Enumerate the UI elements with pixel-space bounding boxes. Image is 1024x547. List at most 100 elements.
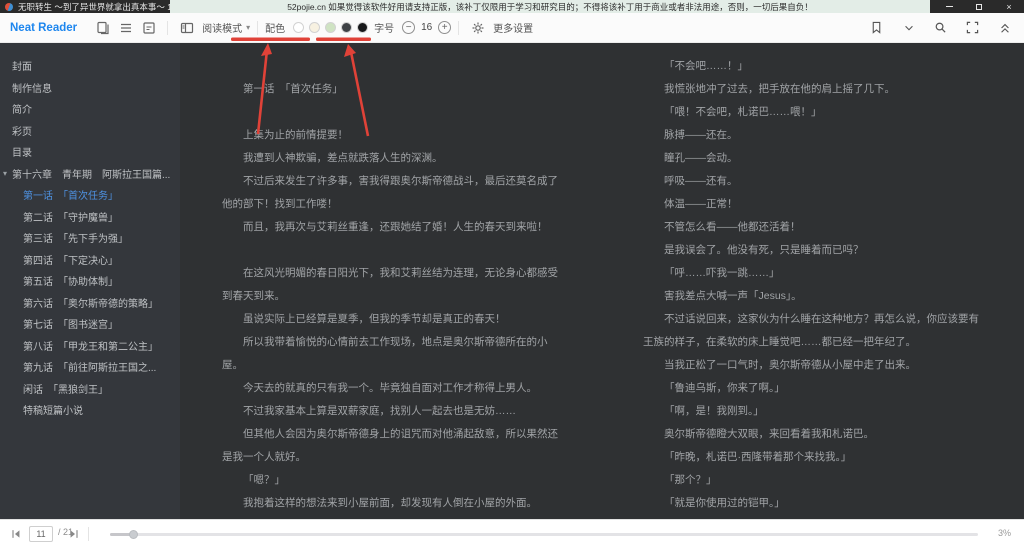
- toolbar-divider: [167, 20, 169, 35]
- paragraph: 「鲁迪乌斯，你来了啊。」: [664, 382, 785, 394]
- toc-item[interactable]: ▾ 第九话 「前往阿斯拉王国之...: [0, 356, 180, 378]
- toc-item[interactable]: ▾ 第六话 「奥尔斯帝德的策略」: [0, 292, 180, 314]
- paragraph: 不过话说回来，这家伙为什么睡在这种地方？再怎么说，你应该要有王族的样子，在柔软的…: [643, 313, 979, 348]
- paragraph: 当我正松了一口气时，奥尔斯帝德从小屋中走了出来。: [664, 359, 916, 371]
- window-title: 无职转生 ～到了异世界就拿出真本事～ 16: [18, 1, 177, 12]
- font-size-label: 字号: [374, 24, 395, 35]
- toc-item[interactable]: ▾ 封面: [0, 55, 180, 77]
- status-bar: 11 / 21 3%: [0, 519, 1024, 547]
- reader-toolbar: Neat Reader 阅读模式 ▾ 配色 字号 − 16 + 更多设置: [0, 13, 1024, 43]
- more-settings-button[interactable]: 更多设置: [466, 20, 533, 35]
- reading-mode-dropdown[interactable]: 阅读模式 ▾: [175, 20, 250, 35]
- neat-reader-window: 无职转生 ～到了异世界就拿出真本事～ 16 52pojie.cn 如果觉得该软件…: [0, 0, 1024, 547]
- toc-item-label: 第五话 「协助体制」: [23, 277, 118, 289]
- theme-swatch-white[interactable]: [293, 22, 305, 33]
- paragraph: 奥尔斯帝德瞪大双眼，来回看着我和札诺巴。: [664, 428, 874, 440]
- titlebar-left: 无职转生 ～到了异世界就拿出真本事～ 16: [5, 0, 177, 13]
- paragraph: 「不会吧……！」: [664, 60, 748, 72]
- theme-swatch-dark[interactable]: [341, 22, 353, 33]
- more-settings-label: 更多设置: [493, 24, 534, 35]
- toc-item-label: 制作信息: [12, 83, 52, 95]
- paragraph: 体温——正常！: [664, 198, 738, 210]
- toc-item-label: 简介: [12, 105, 32, 117]
- toc-item[interactable]: ▾ 第二话 「守护魔兽」: [0, 206, 180, 228]
- caret-down-icon: ▾: [246, 23, 251, 32]
- progress-percent: 3%: [997, 528, 1011, 538]
- paragraph: 「嗯？」: [243, 474, 285, 486]
- paragraph: [222, 101, 567, 124]
- toc-item[interactable]: ▾ 第一话 「首次任务」: [0, 184, 180, 206]
- font-size-group: − 16 +: [402, 21, 452, 34]
- pages-icon[interactable]: [95, 20, 110, 35]
- fullscreen-icon[interactable]: [965, 20, 980, 35]
- bookmark-icon[interactable]: [869, 20, 884, 35]
- first-page-button[interactable]: [10, 527, 24, 541]
- toc-item[interactable]: ▾ 第四话 「下定决心」: [0, 249, 180, 271]
- collapse-toolbar-icon[interactable]: [997, 20, 1012, 35]
- toc-item-label: 第一话 「首次任务」: [23, 191, 118, 203]
- font-size-increase-button[interactable]: +: [438, 21, 452, 34]
- brand-logo[interactable]: Neat Reader: [10, 22, 77, 34]
- progress-slider[interactable]: [110, 530, 978, 539]
- toolbar-right-icons: [865, 13, 1016, 42]
- toc-item-label: 第四话 「下定决心」: [23, 255, 118, 267]
- theme-swatch-green[interactable]: [325, 22, 337, 33]
- window-titlebar: 无职转生 ～到了异世界就拿出真本事～ 16 52pojie.cn 如果觉得该软件…: [0, 0, 1024, 13]
- toc-sidebar: ▾ 封面 ▾ 制作信息 ▾ 简介 ▾ 彩页 ▾ 目录 ▾ 第十六章 青年期 阿斯…: [0, 43, 180, 519]
- toc-item[interactable]: ▾ 第七话 「图书迷宫」: [0, 313, 180, 335]
- paragraph: 是我误会了。他没有死，只是睡着而已吗？: [664, 244, 864, 256]
- maximize-button[interactable]: [964, 0, 994, 13]
- paragraph: 「那个？」: [664, 474, 717, 486]
- caret-down-icon[interactable]: ▾: [3, 169, 12, 178]
- notes-icon[interactable]: [141, 20, 156, 35]
- toc-item[interactable]: ▾ 彩页: [0, 120, 180, 142]
- toc-item-label: 目录: [12, 148, 32, 160]
- paragraph: 「喂！不会吧，札诺巴……喂！」: [664, 106, 822, 118]
- toc-item[interactable]: ▾ 闲话 「黑狼剑王」: [0, 378, 180, 400]
- toc-item[interactable]: ▾ 简介: [0, 98, 180, 120]
- minimize-button[interactable]: [934, 0, 964, 13]
- gear-icon: [470, 20, 485, 35]
- close-button[interactable]: ×: [994, 0, 1024, 13]
- window-controls: ×: [934, 0, 1024, 13]
- toc-item[interactable]: ▾ 第八话 「甲龙王和第二公主」: [0, 335, 180, 357]
- toc-item[interactable]: ▾ 第十六章 青年期 阿斯拉王国篇...: [0, 163, 180, 185]
- toc-item[interactable]: ▾ 第三话 「先下手为强」: [0, 227, 180, 249]
- paragraph: 在这风光明媚的春日阳光下，我和艾莉丝结为连理，无论身心都感受到春天到来。: [222, 267, 558, 302]
- toc-item[interactable]: ▾ 制作信息: [0, 77, 180, 99]
- paragraph: 所以我带着愉悦的心情前去工作现场，地点是奥尔斯帝德所在的小屋。: [222, 336, 548, 371]
- toc-item-label: 第八话 「甲龙王和第二公主」: [23, 341, 158, 353]
- paragraph: 而且，我再次与艾莉丝重逢，还跟她结了婚！人生的春天到来啦！: [243, 221, 548, 233]
- paragraph: 不过我家基本上算是双薪家庭，找别人一起去也是无妨……: [243, 405, 516, 417]
- reading-area: 第一话 「首次任务」 上集为止的前情提要！ 我遭到人神欺骗，差点就跌落人生的深渊。不…: [180, 43, 1024, 519]
- progress-slider-handle[interactable]: [129, 530, 138, 539]
- toc-item-label: 特稿短篇小说: [23, 406, 83, 418]
- maximize-icon: [976, 3, 982, 10]
- paragraph: 「就是你使用过的铠甲。」: [664, 497, 785, 509]
- toolbar-divider: [257, 20, 259, 35]
- search-icon[interactable]: [933, 20, 948, 35]
- theme-swatch-sepia[interactable]: [309, 22, 321, 33]
- paragraph: 不过后来发生了许多事，害我得跟奥尔斯帝德战斗，最后还莫名成了他的部下！找到工作喽…: [222, 175, 558, 210]
- paragraph: 呼吸——还有。: [664, 175, 738, 187]
- last-page-button[interactable]: [68, 527, 82, 541]
- toc-item[interactable]: ▾ 特稿短篇小说: [0, 399, 180, 421]
- toolbar-divider: [458, 20, 460, 35]
- content-column-left: 第一话 「首次任务」 上集为止的前情提要！ 我遭到人神欺骗，差点就跌落人生的深渊。不…: [222, 55, 567, 519]
- page-number-input[interactable]: 11: [29, 526, 53, 542]
- paragraph: 我抱着这样的想法来到小屋前面，却发现有人倒在小屋的外面。: [243, 497, 537, 509]
- toc-item-label: 第三话 「先下手为强」: [23, 234, 128, 246]
- paragraph: 第一话 「首次任务」: [243, 83, 343, 95]
- toc-item[interactable]: ▾ 第五话 「协助体制」: [0, 270, 180, 292]
- paragraph: 「啊，是！我刚到。」: [664, 405, 764, 417]
- chevron-down-icon[interactable]: [901, 20, 916, 35]
- list-icon[interactable]: [118, 20, 133, 35]
- font-size-value: 16: [421, 22, 433, 33]
- toc-item-label: 第七话 「图书迷宫」: [23, 320, 118, 332]
- font-size-decrease-button[interactable]: −: [402, 21, 416, 34]
- toc-item[interactable]: ▾ 目录: [0, 141, 180, 163]
- theme-swatch-black[interactable]: [357, 22, 369, 33]
- paragraph: 今天去的就真的只有我一个。毕竟独自面对工作才称得上男人。: [243, 382, 537, 394]
- toc-item-label: 第六话 「奥尔斯帝德的策略」: [23, 298, 158, 310]
- paragraph: 我遭到人神欺骗，差点就跌落人生的深渊。: [243, 152, 443, 164]
